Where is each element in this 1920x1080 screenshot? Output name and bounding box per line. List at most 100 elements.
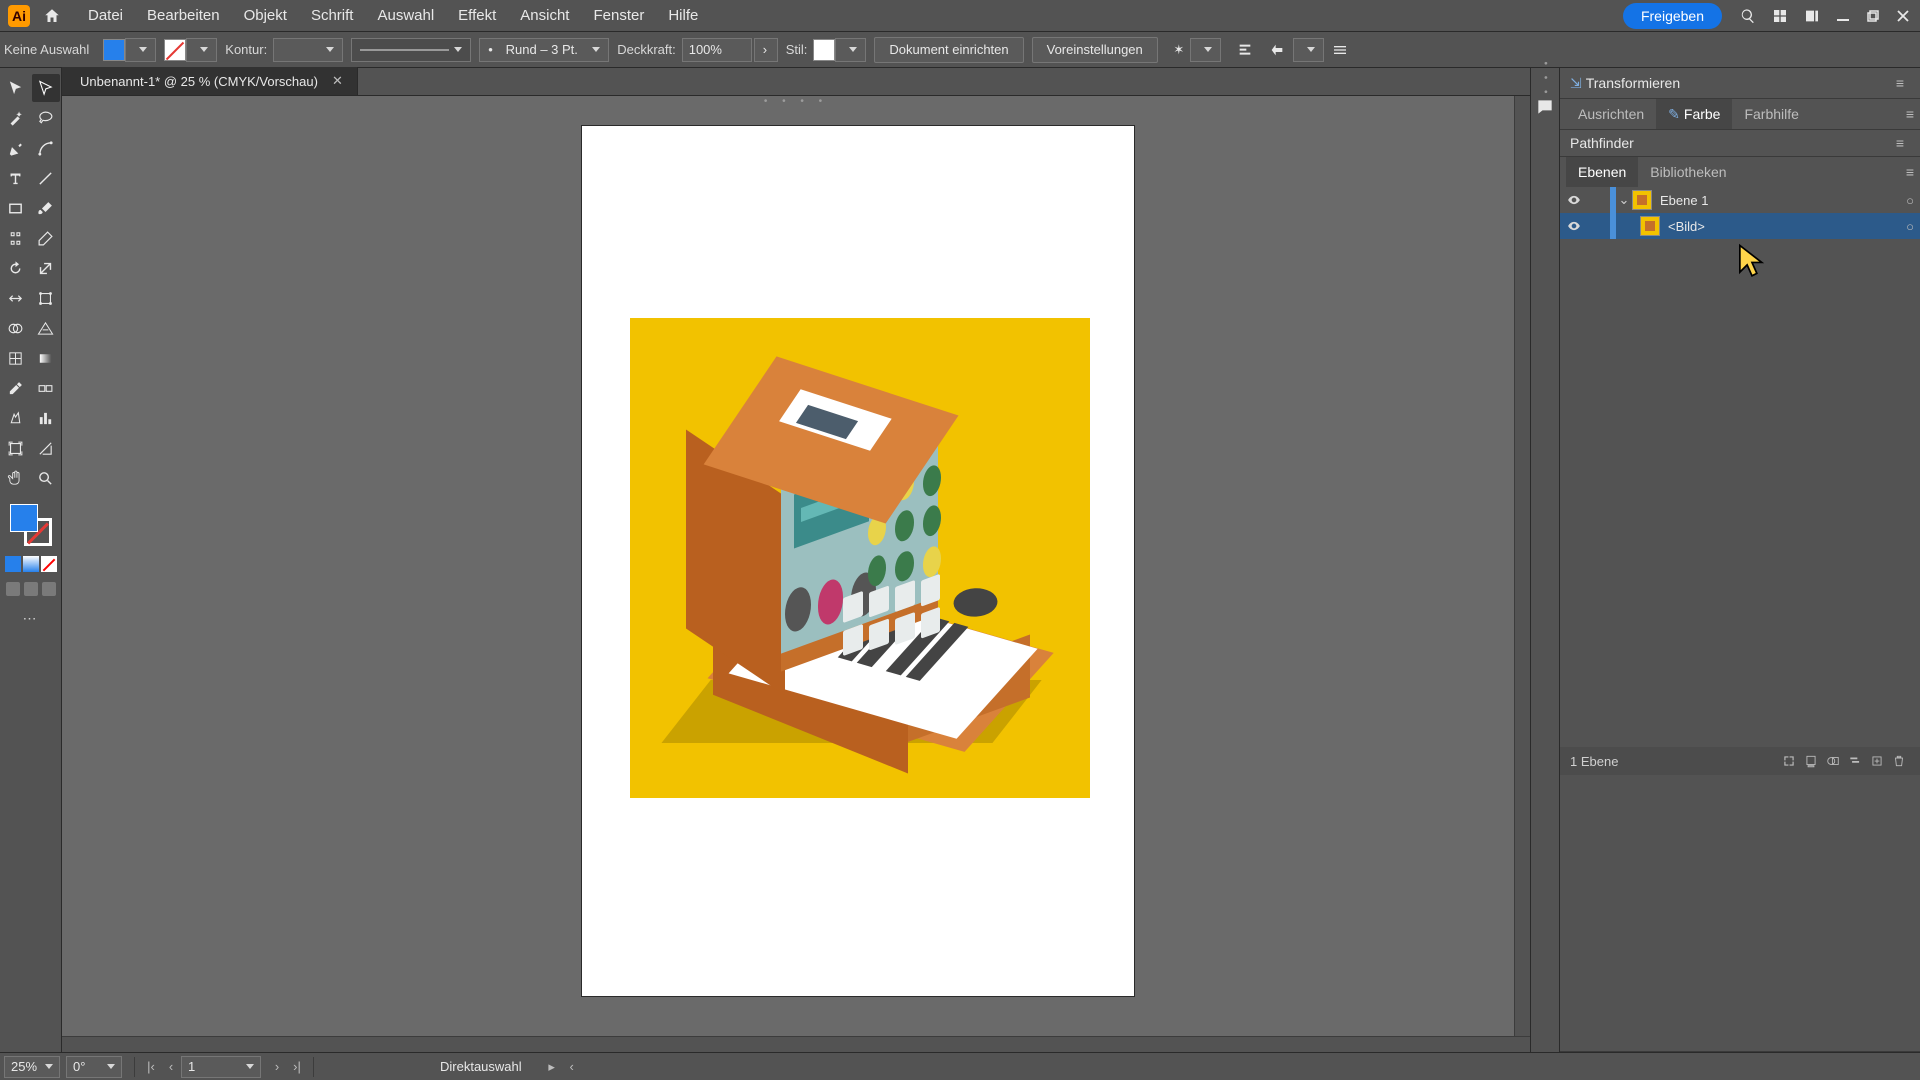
workspace-icon[interactable] bbox=[1766, 2, 1794, 30]
zoom-tool[interactable] bbox=[32, 464, 60, 492]
menu-select[interactable]: Auswahl bbox=[365, 0, 446, 32]
delete-layer-icon[interactable] bbox=[1888, 754, 1910, 768]
rotate-field[interactable]: 0° bbox=[66, 1056, 122, 1078]
layers-panel-tab[interactable]: Ebenen bbox=[1566, 157, 1638, 187]
visibility-toggle-icon[interactable] bbox=[1560, 193, 1588, 207]
magic-wand-tool[interactable] bbox=[2, 104, 30, 132]
color-mode-gradient[interactable] bbox=[23, 556, 39, 572]
panel-menu-icon[interactable]: ≡ bbox=[1892, 75, 1910, 91]
line-tool[interactable] bbox=[32, 164, 60, 192]
color-mode-solid[interactable] bbox=[5, 556, 21, 572]
layer-row[interactable]: ⌄ Ebene 1 ○ bbox=[1560, 187, 1920, 213]
expand-layer-icon[interactable]: ⌄ bbox=[1616, 192, 1632, 208]
layer-name[interactable]: <Bild> bbox=[1668, 219, 1900, 234]
isolation-dropdown[interactable] bbox=[1293, 38, 1324, 62]
window-restore-icon[interactable] bbox=[1858, 7, 1888, 25]
transform-again-icon[interactable]: ✶ bbox=[1168, 42, 1190, 58]
status-prev-icon[interactable]: ‹ bbox=[562, 1059, 582, 1074]
horizontal-scrollbar[interactable] bbox=[62, 1036, 1530, 1052]
document-setup-button[interactable]: Dokument einrichten bbox=[874, 37, 1023, 63]
eyedropper-tool[interactable] bbox=[2, 374, 30, 402]
window-close-icon[interactable] bbox=[1888, 7, 1918, 25]
brush-preset[interactable]: • Rund – 3 Pt. bbox=[479, 38, 609, 62]
type-tool[interactable] bbox=[2, 164, 30, 192]
graphic-style-dropdown[interactable] bbox=[835, 38, 866, 62]
controlbar-menu-icon[interactable] bbox=[1326, 36, 1354, 64]
fill-dropdown[interactable] bbox=[125, 38, 156, 62]
layer-row[interactable]: <Bild> ○ bbox=[1560, 213, 1920, 239]
symbol-sprayer-tool[interactable] bbox=[2, 404, 30, 432]
libraries-panel-tab[interactable]: Bibliotheken bbox=[1638, 157, 1738, 187]
shape-builder-tool[interactable] bbox=[2, 314, 30, 342]
make-clipping-mask-icon[interactable] bbox=[1822, 754, 1844, 768]
canvas[interactable]: • • • • bbox=[62, 96, 1530, 1052]
color-panel-tab[interactable]: Farbe bbox=[1684, 106, 1721, 122]
new-sublayer-icon[interactable] bbox=[1844, 754, 1866, 768]
home-icon[interactable] bbox=[36, 0, 68, 32]
vertical-scrollbar[interactable] bbox=[1514, 96, 1530, 1036]
menu-object[interactable]: Objekt bbox=[232, 0, 299, 32]
menu-file[interactable]: Datei bbox=[76, 0, 135, 32]
zoom-field[interactable]: 25% bbox=[4, 1056, 60, 1078]
direct-selection-tool[interactable] bbox=[32, 74, 60, 102]
fill-swatch[interactable] bbox=[103, 39, 125, 61]
target-icon[interactable]: ○ bbox=[1900, 219, 1920, 234]
panel-gripper-icon[interactable]: • • • • bbox=[764, 96, 828, 107]
toolbox-more-icon[interactable]: ⋯ bbox=[23, 610, 39, 627]
menu-view[interactable]: Ansicht bbox=[508, 0, 581, 32]
new-layer-icon[interactable] bbox=[1866, 754, 1888, 768]
locate-object-icon[interactable] bbox=[1778, 754, 1800, 768]
shaper-tool[interactable] bbox=[2, 224, 30, 252]
stroke-weight-field[interactable] bbox=[273, 38, 343, 62]
preferences-button[interactable]: Voreinstellungen bbox=[1032, 37, 1158, 63]
artboard-tool[interactable] bbox=[2, 434, 30, 462]
panel-menu-icon[interactable]: ≡ bbox=[1902, 106, 1920, 122]
window-minimize-icon[interactable] bbox=[1828, 7, 1858, 25]
isolation-mode-icon[interactable] bbox=[1263, 36, 1291, 64]
target-icon[interactable]: ○ bbox=[1900, 193, 1920, 208]
artboard-nav-field[interactable]: 1 bbox=[181, 1056, 261, 1078]
eraser-tool[interactable] bbox=[32, 224, 60, 252]
visibility-toggle-icon[interactable] bbox=[1560, 219, 1588, 233]
column-graph-tool[interactable] bbox=[32, 404, 60, 432]
menu-help[interactable]: Hilfe bbox=[656, 0, 710, 32]
color-mode-none[interactable] bbox=[41, 556, 57, 572]
panel-menu-icon[interactable]: ≡ bbox=[1892, 135, 1910, 151]
fill-stroke-control[interactable] bbox=[10, 504, 52, 546]
paintbrush-tool[interactable] bbox=[32, 194, 60, 222]
scale-tool[interactable] bbox=[32, 254, 60, 282]
align-to-icon[interactable] bbox=[1231, 36, 1259, 64]
placed-image[interactable] bbox=[630, 318, 1090, 798]
gradient-tool[interactable] bbox=[32, 344, 60, 372]
rotate-tool[interactable] bbox=[2, 254, 30, 282]
lasso-tool[interactable] bbox=[32, 104, 60, 132]
color-guide-panel-tab[interactable]: Farbhilfe bbox=[1732, 99, 1810, 129]
pathfinder-panel-tab[interactable]: Pathfinder bbox=[1570, 135, 1634, 151]
layer-name[interactable]: Ebene 1 bbox=[1660, 193, 1900, 208]
width-tool[interactable] bbox=[2, 284, 30, 312]
transform-again-dropdown[interactable] bbox=[1190, 38, 1221, 62]
draw-modes[interactable] bbox=[4, 582, 58, 596]
rectangle-tool[interactable] bbox=[2, 194, 30, 222]
stroke-swatch[interactable] bbox=[164, 39, 186, 61]
var-width-profile[interactable] bbox=[351, 38, 471, 62]
menu-edit[interactable]: Bearbeiten bbox=[135, 0, 232, 32]
stroke-dropdown[interactable] bbox=[186, 38, 217, 62]
prev-artboard-icon[interactable]: ‹ bbox=[161, 1059, 181, 1074]
status-flyout-icon[interactable]: ▸ bbox=[542, 1059, 562, 1075]
menu-window[interactable]: Fenster bbox=[581, 0, 656, 32]
pen-tool[interactable] bbox=[2, 134, 30, 162]
document-tab[interactable]: Unbenannt-1* @ 25 % (CMYK/Vorschau) ✕ bbox=[62, 67, 358, 95]
menu-type[interactable]: Schrift bbox=[299, 0, 366, 32]
opacity-flyout[interactable]: › bbox=[754, 38, 778, 62]
slice-tool[interactable] bbox=[32, 434, 60, 462]
graphic-style-swatch[interactable] bbox=[813, 39, 835, 61]
first-artboard-icon[interactable]: |‹ bbox=[141, 1059, 161, 1074]
last-artboard-icon[interactable]: ›| bbox=[287, 1059, 307, 1074]
menu-effect[interactable]: Effekt bbox=[446, 0, 508, 32]
perspective-grid-tool[interactable] bbox=[32, 314, 60, 342]
strip-gripper-icon[interactable]: • • • bbox=[1540, 61, 1551, 97]
hand-tool[interactable] bbox=[2, 464, 30, 492]
next-artboard-icon[interactable]: › bbox=[267, 1059, 287, 1074]
close-tab-icon[interactable]: ✕ bbox=[332, 73, 343, 89]
